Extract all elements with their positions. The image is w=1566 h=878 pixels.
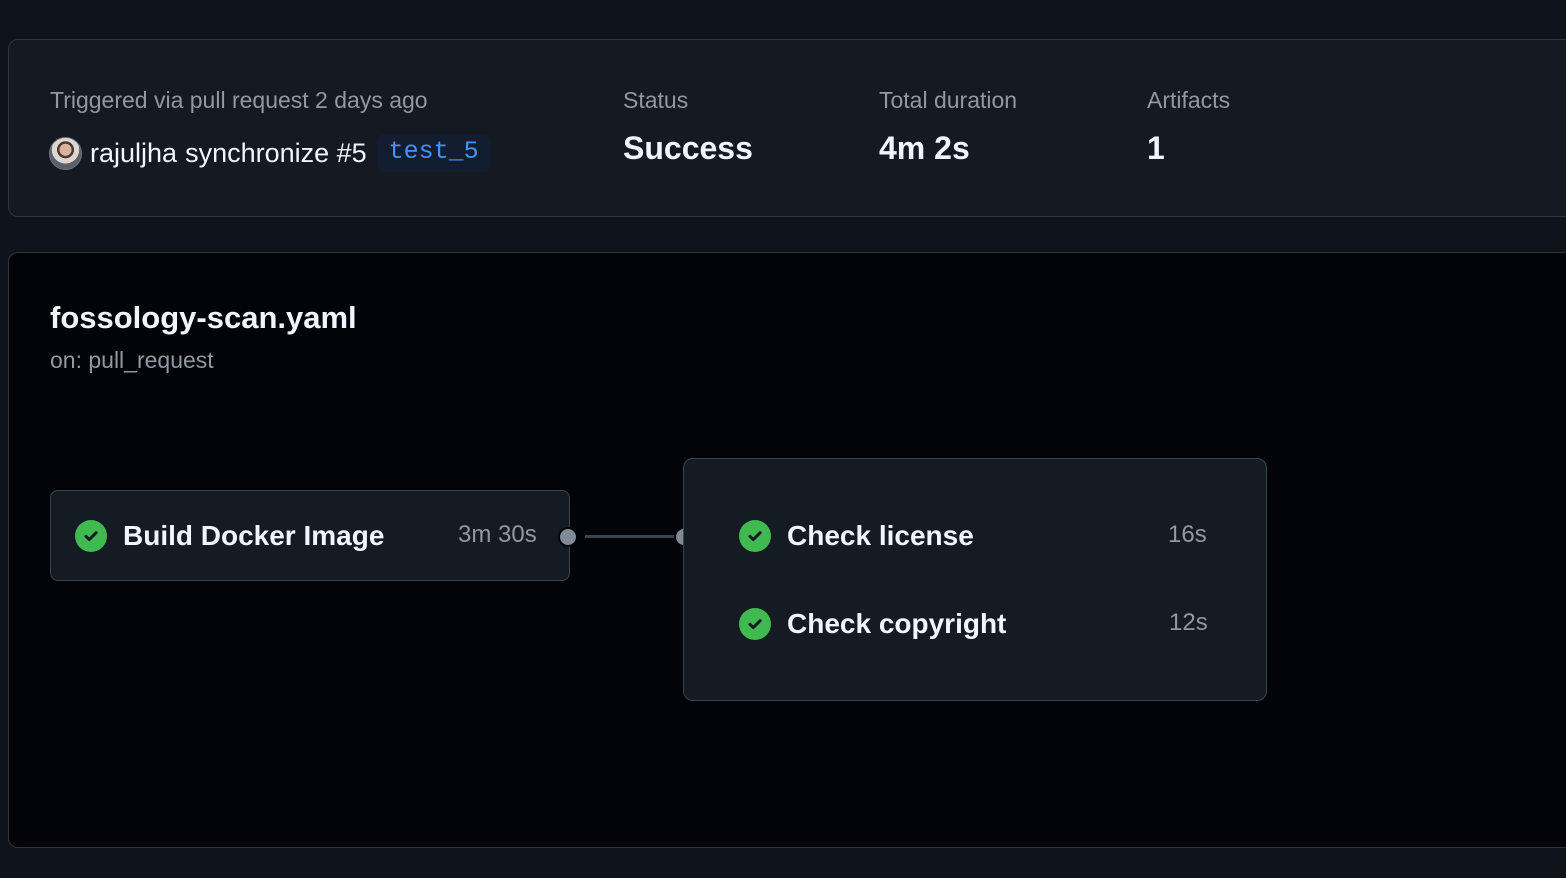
- job-duration: 16s: [1168, 521, 1207, 548]
- job-name: Check license: [787, 520, 974, 551]
- workflow-trigger: on: pull_request: [50, 347, 214, 373]
- artifacts-label: Artifacts: [1147, 87, 1231, 113]
- branch-label[interactable]: test_5: [376, 134, 491, 172]
- check-circle-icon: [739, 520, 771, 552]
- job-dependency-line: [585, 535, 679, 538]
- job-duration: 3m 30s: [458, 521, 537, 548]
- trigger-details: rajuljha synchronize #5 test_5: [49, 134, 491, 172]
- check-job-group: Check license 16s Check copyright 12s: [683, 458, 1267, 701]
- check-copyright-job[interactable]: Check copyright: [739, 608, 1006, 640]
- workflow-title[interactable]: fossology-scan.yaml: [50, 300, 357, 336]
- build-docker-image-job[interactable]: Build Docker Image 3m 30s: [50, 490, 570, 581]
- status-label: Status: [623, 87, 689, 113]
- artifacts-count[interactable]: 1: [1147, 130, 1165, 167]
- job-output-connector-dot: [558, 527, 578, 547]
- workflow-graph-card: fossology-scan.yaml on: pull_request Bui…: [8, 252, 1566, 848]
- trigger-label: Triggered via pull request 2 days ago: [50, 87, 428, 113]
- total-duration-label: Total duration: [879, 87, 1018, 113]
- job-duration: 12s: [1169, 609, 1208, 636]
- user-avatar[interactable]: [49, 136, 82, 170]
- job-name: Build Docker Image: [123, 520, 385, 551]
- job-name: Check copyright: [787, 608, 1007, 639]
- run-summary-card: Triggered via pull request 2 days ago ra…: [8, 39, 1566, 217]
- job-row: Build Docker Image: [75, 520, 384, 552]
- total-duration-value: 4m 2s: [879, 130, 970, 166]
- check-circle-icon: [75, 520, 107, 552]
- actor-link[interactable]: rajuljha: [90, 138, 177, 169]
- pull-request-event[interactable]: synchronize #5: [185, 138, 367, 169]
- check-license-job[interactable]: Check license: [739, 520, 974, 552]
- check-circle-icon: [739, 608, 771, 640]
- status-value: Success: [623, 130, 753, 166]
